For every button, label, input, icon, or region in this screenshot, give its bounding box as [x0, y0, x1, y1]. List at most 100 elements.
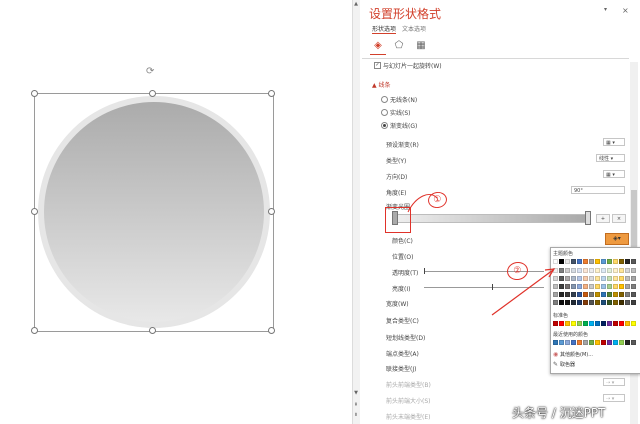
theme-shade-swatch[interactable] — [601, 292, 606, 297]
resize-handle-top[interactable] — [149, 90, 156, 97]
theme-shade-swatch[interactable] — [589, 268, 594, 273]
line-section-header[interactable]: ▲ 线条 — [372, 80, 391, 89]
more-colors-item[interactable]: 其他颜色(M)... — [560, 351, 593, 358]
theme-shade-swatch[interactable] — [565, 268, 570, 273]
resize-handle-top-right[interactable] — [268, 90, 275, 97]
theme-shade-swatch[interactable] — [601, 276, 606, 281]
theme-shade-swatch[interactable] — [619, 276, 624, 281]
begin-arrow-size-dropdown[interactable]: ⇢ ▾ — [603, 394, 625, 402]
standard-color-swatch[interactable] — [589, 321, 594, 326]
standard-color-swatch[interactable] — [607, 321, 612, 326]
theme-shade-swatch[interactable] — [559, 268, 564, 273]
recent-color-swatch[interactable] — [553, 340, 558, 345]
theme-color-swatch[interactable] — [631, 259, 636, 264]
theme-shade-swatch[interactable] — [565, 292, 570, 297]
recent-color-swatch[interactable] — [595, 340, 600, 345]
brightness-slider[interactable] — [424, 287, 544, 288]
page-up-icon[interactable]: ⇞ — [353, 402, 359, 408]
theme-shade-swatch[interactable] — [553, 300, 558, 305]
resize-handle-bottom[interactable] — [149, 327, 156, 334]
theme-shade-swatch[interactable] — [613, 284, 618, 289]
size-properties-icon[interactable]: ▦ — [415, 40, 427, 52]
theme-color-swatch[interactable] — [553, 259, 558, 264]
gradient-stop-right[interactable] — [585, 211, 591, 225]
recent-color-swatch[interactable] — [613, 340, 618, 345]
gradient-line-radio[interactable] — [381, 122, 388, 129]
fill-line-icon[interactable]: ◈ — [372, 40, 384, 52]
add-stop-button[interactable]: + — [596, 214, 610, 223]
resize-handle-bottom-right[interactable] — [268, 327, 275, 334]
theme-shade-swatch[interactable] — [565, 276, 570, 281]
theme-color-swatch[interactable] — [577, 259, 582, 264]
theme-shade-swatch[interactable] — [601, 284, 606, 289]
theme-shade-swatch[interactable] — [553, 292, 558, 297]
standard-color-swatch[interactable] — [619, 321, 624, 326]
theme-shade-swatch[interactable] — [571, 292, 576, 297]
resize-handle-top-left[interactable] — [31, 90, 38, 97]
theme-shade-swatch[interactable] — [589, 284, 594, 289]
theme-shade-swatch[interactable] — [607, 268, 612, 273]
theme-shade-swatch[interactable] — [631, 268, 636, 273]
theme-color-swatch[interactable] — [619, 259, 624, 264]
standard-color-swatch[interactable] — [583, 321, 588, 326]
theme-shade-swatch[interactable] — [577, 268, 582, 273]
theme-shade-swatch[interactable] — [553, 268, 558, 273]
theme-shade-swatch[interactable] — [631, 300, 636, 305]
theme-shade-swatch[interactable] — [571, 268, 576, 273]
recent-color-swatch[interactable] — [631, 340, 636, 345]
resize-handle-left[interactable] — [31, 208, 38, 215]
theme-shade-swatch[interactable] — [583, 284, 588, 289]
pane-scrollbar-thumb[interactable] — [631, 190, 637, 250]
rotate-with-shape-checkbox[interactable]: ✓ — [374, 62, 381, 69]
theme-shade-swatch[interactable] — [631, 284, 636, 289]
color-picker-button[interactable]: ◈▾ — [605, 233, 629, 245]
type-dropdown[interactable]: 线性 ▾ — [596, 154, 625, 162]
theme-shade-swatch[interactable] — [571, 276, 576, 281]
theme-shade-swatch[interactable] — [619, 292, 624, 297]
begin-arrow-type-dropdown[interactable]: ⇢ ▾ — [603, 378, 625, 386]
standard-color-swatch[interactable] — [559, 321, 564, 326]
theme-shade-swatch[interactable] — [583, 276, 588, 281]
standard-color-swatch[interactable] — [565, 321, 570, 326]
theme-shade-swatch[interactable] — [583, 292, 588, 297]
theme-shade-swatch[interactable] — [577, 284, 582, 289]
theme-shade-swatch[interactable] — [619, 268, 624, 273]
angle-input[interactable]: 90° — [571, 186, 625, 194]
recent-color-swatch[interactable] — [589, 340, 594, 345]
direction-dropdown[interactable]: ▦ ▾ — [603, 170, 625, 178]
recent-color-swatch[interactable] — [601, 340, 606, 345]
circle-shape[interactable] — [44, 102, 264, 322]
rotate-handle-icon[interactable]: ⟳ — [146, 67, 156, 77]
effects-icon[interactable]: ⬠ — [393, 40, 405, 52]
theme-shade-swatch[interactable] — [613, 268, 618, 273]
theme-color-swatch[interactable] — [613, 259, 618, 264]
theme-shade-swatch[interactable] — [595, 268, 600, 273]
recent-color-swatch[interactable] — [565, 340, 570, 345]
theme-color-swatch[interactable] — [559, 259, 564, 264]
theme-shade-swatch[interactable] — [559, 300, 564, 305]
tab-text-options[interactable]: 文本选项 — [402, 24, 426, 33]
recent-color-swatch[interactable] — [577, 340, 582, 345]
theme-shade-swatch[interactable] — [553, 276, 558, 281]
recent-color-swatch[interactable] — [559, 340, 564, 345]
gradient-stops-bar[interactable] — [396, 214, 588, 223]
theme-shade-swatch[interactable] — [589, 276, 594, 281]
theme-shade-swatch[interactable] — [613, 292, 618, 297]
scroll-up-icon[interactable]: ▲ — [353, 1, 359, 7]
theme-shade-swatch[interactable] — [553, 284, 558, 289]
solid-line-radio[interactable] — [381, 109, 388, 116]
standard-color-swatch[interactable] — [571, 321, 576, 326]
standard-color-swatch[interactable] — [625, 321, 630, 326]
transparency-slider-knob[interactable] — [424, 268, 425, 274]
theme-shade-swatch[interactable] — [571, 300, 576, 305]
theme-shade-swatch[interactable] — [619, 300, 624, 305]
theme-shade-swatch[interactable] — [625, 276, 630, 281]
theme-shade-swatch[interactable] — [631, 276, 636, 281]
theme-shade-swatch[interactable] — [559, 276, 564, 281]
theme-color-swatch[interactable] — [607, 259, 612, 264]
theme-shade-swatch[interactable] — [583, 268, 588, 273]
theme-color-swatch[interactable] — [595, 259, 600, 264]
theme-shade-swatch[interactable] — [625, 268, 630, 273]
recent-color-swatch[interactable] — [571, 340, 576, 345]
recent-color-swatch[interactable] — [619, 340, 624, 345]
